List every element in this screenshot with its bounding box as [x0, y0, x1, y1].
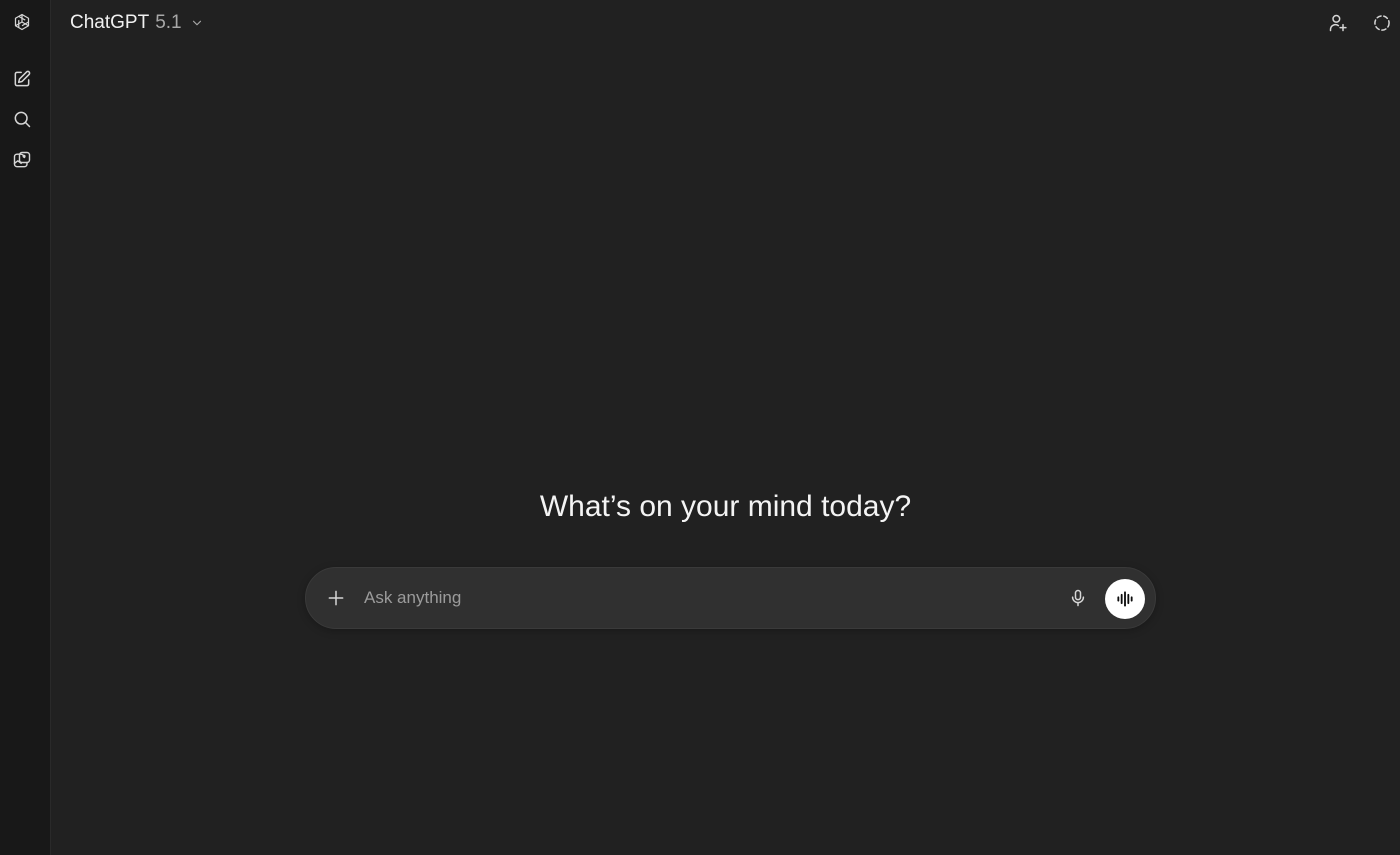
prompt-input[interactable] — [364, 584, 1044, 612]
model-version: 5.1 — [155, 12, 182, 33]
new-chat-button[interactable] — [6, 63, 38, 95]
model-switcher[interactable]: ChatGPT 5.1 — [62, 6, 212, 40]
compose-icon — [14, 70, 31, 87]
sidebar-rail — [0, 0, 51, 855]
search-chats-button[interactable] — [6, 103, 38, 135]
openai-logo-icon — [14, 13, 30, 31]
page-heading: What’s on your mind today? — [539, 490, 912, 523]
chevron-down-icon — [192, 20, 201, 26]
openai-logo-button[interactable] — [6, 6, 38, 38]
temporary-chat-button[interactable] — [1366, 7, 1398, 39]
dictate-button[interactable] — [1062, 582, 1094, 614]
model-name: ChatGPT — [70, 12, 150, 33]
share-button[interactable] — [1322, 7, 1354, 39]
library-button[interactable] — [6, 144, 38, 176]
microphone-icon — [1071, 589, 1085, 607]
voice-waveform-icon — [1117, 591, 1133, 607]
attach-button[interactable] — [320, 582, 352, 614]
voice-mode-button[interactable] — [1105, 579, 1145, 619]
search-icon — [14, 111, 31, 128]
plus-icon — [328, 590, 344, 606]
app-window: ChatGPT 5.1 What’s on your mind today? — [0, 0, 1400, 855]
images-icon — [13, 151, 31, 168]
add-person-icon — [1329, 14, 1347, 32]
composer — [305, 567, 1156, 629]
dashed-circle-icon — [1374, 15, 1390, 31]
